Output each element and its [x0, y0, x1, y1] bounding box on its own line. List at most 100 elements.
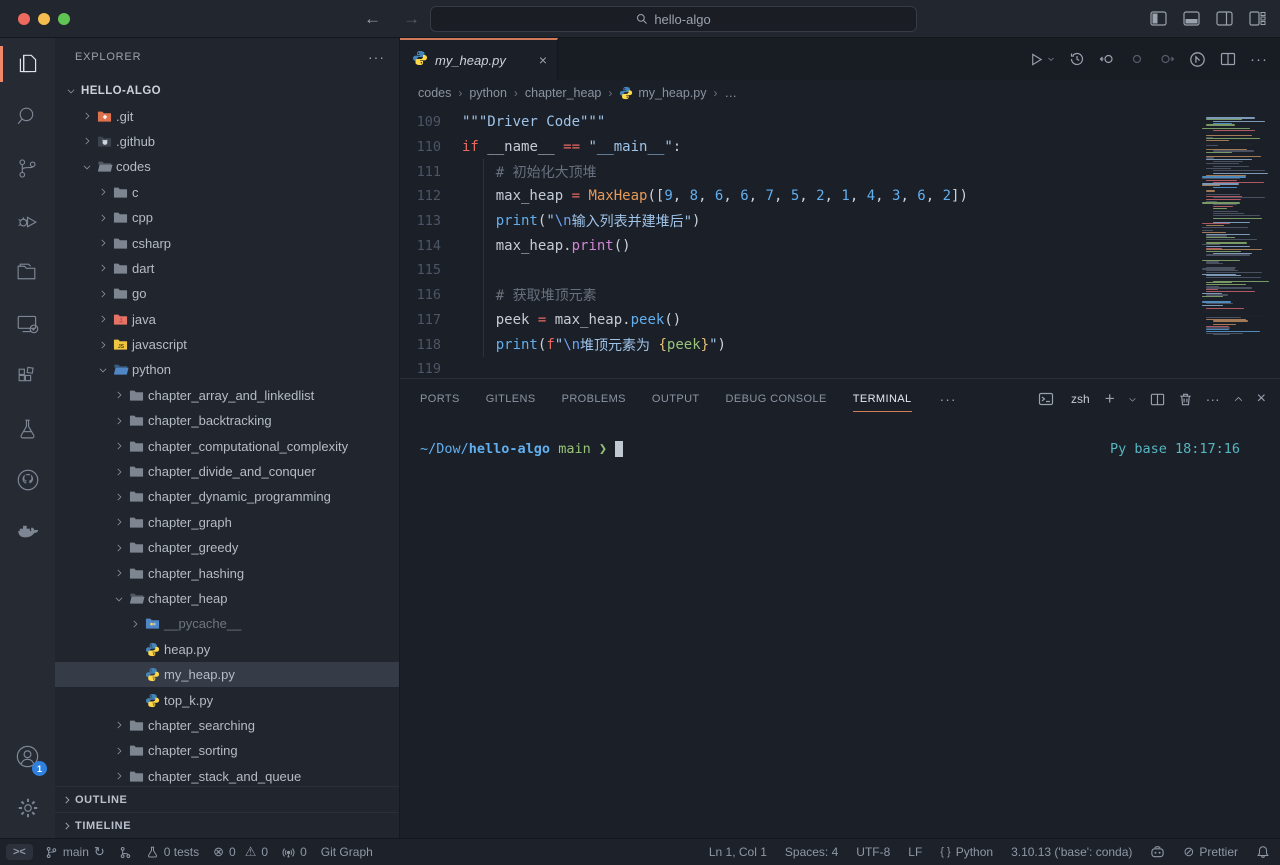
encoding-status[interactable]: UTF-8 [856, 845, 890, 859]
tree-item-chapter-divide-and-conquer[interactable]: chapter_divide_and_conquer [55, 459, 399, 484]
outline-section[interactable]: OUTLINE [55, 786, 399, 812]
customize-layout-icon[interactable] [1249, 11, 1266, 26]
code-line-110[interactable]: 110if __name__ == "__main__": [400, 135, 1280, 160]
tree-item-chapter-sorting[interactable]: chapter_sorting [55, 738, 399, 763]
tree-item-my-heap-py[interactable]: my_heap.py [55, 662, 399, 687]
tree-item-cpp[interactable]: cpp [55, 205, 399, 230]
tree-item--git[interactable]: .git [55, 103, 399, 128]
panel-more-actions-icon[interactable]: ··· [1206, 391, 1220, 407]
breadcrumb-codes[interactable]: codes [418, 86, 451, 100]
maximize-panel-icon[interactable] [1233, 394, 1244, 405]
timeline-history-icon[interactable] [1069, 51, 1085, 67]
sync-icon[interactable]: ↻ [94, 844, 105, 860]
tree-item-c[interactable]: c [55, 180, 399, 205]
git-graph-button-icon[interactable] [119, 846, 132, 859]
tests-status[interactable]: 0 tests [146, 845, 199, 859]
tree-item-python[interactable]: python [55, 357, 399, 382]
copilot-icon[interactable] [1150, 845, 1165, 860]
tree-item-hello-algo[interactable]: HELLO-ALGO [55, 78, 399, 103]
navigate-forward-button[interactable]: → [403, 9, 420, 29]
source-control-view-icon[interactable] [0, 142, 55, 194]
notifications-bell-icon[interactable] [1256, 845, 1270, 859]
eol-status[interactable]: LF [908, 845, 922, 859]
window-zoom-button[interactable] [58, 13, 70, 25]
tree-item-chapter-greedy[interactable]: chapter_greedy [55, 535, 399, 560]
tree-item-chapter-computational-complexity[interactable]: chapter_computational_complexity [55, 433, 399, 458]
github-view-icon[interactable] [0, 454, 55, 506]
code-line-112[interactable]: 112 max_heap = MaxHeap([9, 8, 6, 6, 7, 5… [400, 184, 1280, 209]
window-close-button[interactable] [18, 13, 30, 25]
tree-item-codes[interactable]: codes [55, 154, 399, 179]
tab-close-icon[interactable]: × [539, 52, 547, 68]
tree-item-chapter-stack-and-queue[interactable]: chapter_stack_and_queue [55, 764, 399, 786]
toggle-panel-icon[interactable] [1183, 11, 1200, 26]
tree-item-chapter-backtracking[interactable]: chapter_backtracking [55, 408, 399, 433]
breadcrumb-python[interactable]: python [469, 86, 507, 100]
tree-item-top-k-py[interactable]: top_k.py [55, 687, 399, 712]
breadcrumb-more[interactable]: … [724, 86, 737, 100]
explorer-more-actions-icon[interactable]: ··· [368, 49, 385, 65]
cursor-position-status[interactable]: Ln 1, Col 1 [709, 845, 767, 859]
prettier-status[interactable]: ⊘ Prettier [1183, 844, 1238, 860]
explorer-view-icon[interactable] [0, 38, 55, 90]
window-minimize-button[interactable] [38, 13, 50, 25]
ports-status[interactable]: 0 [282, 845, 307, 859]
testing-view-icon[interactable] [0, 402, 55, 454]
indentation-status[interactable]: Spaces: 4 [785, 845, 838, 859]
problems-status[interactable]: ⊗ 0 ⚠ 0 [213, 844, 268, 860]
run-python-file-button[interactable] [1029, 52, 1055, 67]
split-terminal-icon[interactable] [1150, 392, 1165, 407]
tree-item--github[interactable]: .github [55, 129, 399, 154]
panel-tab-gitlens[interactable]: GITLENS [486, 379, 536, 419]
extensions-view-icon[interactable] [0, 350, 55, 402]
terminal-dropdown-icon[interactable] [1128, 395, 1137, 404]
search-view-icon[interactable] [0, 90, 55, 142]
remote-indicator[interactable]: >< [6, 844, 33, 860]
run-code-icon[interactable] [1189, 51, 1206, 68]
code-line-114[interactable]: 114 max_heap.print() [400, 233, 1280, 258]
shell-name[interactable]: zsh [1071, 392, 1090, 406]
tree-item-chapter-array-and-linkedlist[interactable]: chapter_array_and_linkedlist [55, 383, 399, 408]
language-mode-status[interactable]: { } Python [940, 845, 993, 859]
panel-tab-problems[interactable]: PROBLEMS [562, 379, 626, 419]
toggle-sidebar-icon[interactable] [1150, 11, 1167, 26]
code-line-117[interactable]: 117 peek = max_heap.peek() [400, 308, 1280, 333]
panel-tab-debug-console[interactable]: DEBUG CONSOLE [726, 379, 827, 419]
tree-item-heap-py[interactable]: heap.py [55, 637, 399, 662]
tree-item-chapter-heap[interactable]: chapter_heap [55, 586, 399, 611]
minimap[interactable] [1200, 114, 1272, 336]
accounts-icon[interactable]: 1 [0, 730, 55, 782]
tab-my-heap-py[interactable]: my_heap.py × [400, 38, 558, 80]
tree-item-chapter-dynamic-programming[interactable]: chapter_dynamic_programming [55, 484, 399, 509]
code-line-116[interactable]: 116 # 获取堆顶元素 [400, 283, 1280, 308]
git-branch-status[interactable]: main ↻ [45, 844, 105, 860]
breadcrumb-chapter-heap[interactable]: chapter_heap [525, 86, 601, 100]
code-line-111[interactable]: 111 # 初始化大顶堆 [400, 159, 1280, 184]
python-interpreter-status[interactable]: 3.10.13 ('base': conda) [1011, 845, 1132, 859]
breadcrumb-my-heap-py[interactable]: my_heap.py [619, 86, 706, 100]
project-manager-view-icon[interactable] [0, 246, 55, 298]
navigate-back-editor-icon[interactable] [1099, 51, 1115, 67]
panel-more-tabs-icon[interactable]: ··· [940, 391, 957, 407]
kill-terminal-trash-icon[interactable] [1178, 392, 1193, 407]
remote-explorer-view-icon[interactable] [0, 298, 55, 350]
code-line-109[interactable]: 109"""Driver Code""" [400, 110, 1280, 135]
settings-gear-icon[interactable] [0, 782, 55, 834]
tree-item-chapter-hashing[interactable]: chapter_hashing [55, 560, 399, 585]
terminal-content[interactable]: ~/Dow/hello-algo main ❯ Py base 18:17:16 [400, 419, 1280, 838]
tree-item-java[interactable]: java [55, 307, 399, 332]
command-center-search[interactable]: hello-algo [430, 6, 917, 32]
timeline-section[interactable]: TIMELINE [55, 812, 399, 838]
panel-tab-terminal[interactable]: TERMINAL [853, 379, 912, 419]
code-editor[interactable]: 109"""Driver Code"""110if __name__ == "_… [400, 106, 1280, 378]
code-line-115[interactable]: 115 [400, 258, 1280, 283]
split-editor-icon[interactable] [1220, 51, 1236, 67]
docker-view-icon[interactable] [0, 506, 55, 558]
panel-tab-output[interactable]: OUTPUT [652, 379, 700, 419]
code-line-119[interactable]: 119 [400, 357, 1280, 378]
toggle-secondary-sidebar-icon[interactable] [1216, 11, 1233, 26]
tree-item-chapter-searching[interactable]: chapter_searching [55, 713, 399, 738]
tree-item-dart[interactable]: dart [55, 256, 399, 281]
code-line-118[interactable]: 118 print(f"\n堆顶元素为 {peek}") [400, 332, 1280, 357]
tree-item-go[interactable]: go [55, 281, 399, 306]
